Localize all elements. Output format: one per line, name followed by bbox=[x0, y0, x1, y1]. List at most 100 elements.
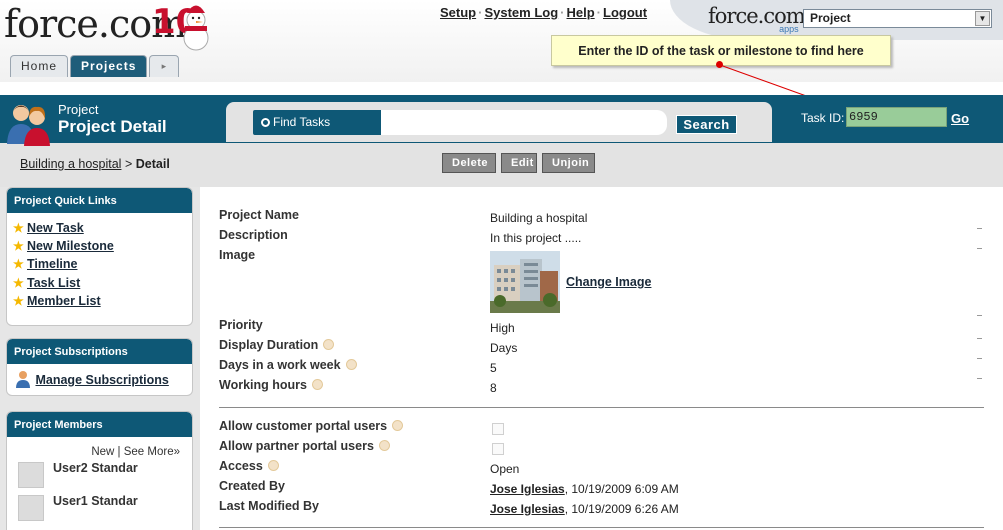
new-milestone-link[interactable]: New Milestone bbox=[27, 239, 114, 253]
quick-links-box: Project Quick Links ★ New Task ★ New Miles… bbox=[6, 187, 193, 326]
quick-link-new-task: ★ New Task bbox=[13, 221, 192, 239]
task-id-label: Task ID: bbox=[801, 111, 845, 125]
help-icon[interactable] bbox=[378, 440, 390, 451]
sidebar: Project Quick Links ★ New Task ★ New Miles… bbox=[0, 187, 200, 530]
breadcrumb-separator: > bbox=[124, 157, 133, 171]
created-by-value: Jose Iglesias, 10/19/2009 6:09 AM bbox=[490, 482, 679, 496]
allow-partner-label: Allow partner portal users bbox=[219, 439, 390, 453]
manage-subscriptions-link[interactable]: Manage Subscriptions bbox=[35, 373, 168, 387]
action-buttons: Delete Edit Unjoin bbox=[442, 153, 595, 173]
help-icon[interactable] bbox=[323, 339, 335, 350]
quick-link-new-milestone: ★ New Milestone bbox=[13, 239, 192, 257]
separator: · bbox=[596, 5, 602, 20]
help-icon[interactable] bbox=[267, 460, 279, 471]
system-log-link[interactable]: System Log bbox=[484, 5, 558, 20]
subscriptions-box: Project Subscriptions Manage Subscriptio… bbox=[6, 338, 193, 396]
display-duration-value: Days bbox=[490, 341, 518, 355]
divider bbox=[977, 228, 982, 229]
task-list-link[interactable]: Task List bbox=[27, 276, 80, 290]
last-modified-user-link[interactable]: Jose Iglesias bbox=[490, 502, 565, 516]
access-text: Access bbox=[219, 459, 263, 473]
manage-subscriptions-item: Manage Subscriptions bbox=[7, 364, 192, 388]
members-title: Project Members bbox=[7, 412, 192, 437]
find-tasks-label: Find Tasks bbox=[253, 110, 381, 135]
object-type-label: Project bbox=[58, 102, 99, 117]
working-hours-text: Working hours bbox=[219, 378, 307, 392]
quick-link-timeline: ★ Timeline bbox=[13, 257, 192, 275]
allow-partner-text: Allow partner portal users bbox=[219, 439, 374, 453]
created-by-user-link[interactable]: Jose Iglesias bbox=[490, 482, 565, 496]
display-duration-label: Display Duration bbox=[219, 338, 335, 352]
last-modified-date: , 10/19/2009 6:26 AM bbox=[564, 502, 679, 516]
setup-link[interactable]: Setup bbox=[440, 5, 476, 20]
new-task-link[interactable]: New Task bbox=[27, 221, 84, 235]
breadcrumb: Building a hospital > Detail bbox=[20, 157, 170, 171]
star-icon: ★ bbox=[13, 239, 24, 254]
project-detail-panel: Project Name Building a hospital Descrip… bbox=[200, 187, 1003, 530]
app-selector[interactable]: Project ▼ bbox=[803, 9, 992, 28]
star-icon: ★ bbox=[13, 293, 24, 308]
project-name-value: Building a hospital bbox=[490, 211, 588, 225]
subscriptions-title: Project Subscriptions bbox=[7, 339, 192, 364]
timeline-link[interactable]: Timeline bbox=[27, 257, 77, 271]
image-label: Image bbox=[219, 248, 256, 262]
created-by-date: , 10/19/2009 6:09 AM bbox=[564, 482, 679, 496]
more-tabs-arrow-icon[interactable]: ▸ bbox=[149, 55, 180, 77]
chevron-down-icon[interactable]: ▼ bbox=[975, 11, 990, 26]
app-selector-value: Project bbox=[810, 11, 851, 25]
see-more-link[interactable]: See More» bbox=[124, 446, 180, 458]
tab-bar: Home Projects ▸ bbox=[10, 55, 180, 77]
logout-link[interactable]: Logout bbox=[603, 5, 647, 20]
delete-button[interactable]: Delete bbox=[442, 153, 496, 173]
created-by-label: Created By bbox=[219, 479, 285, 493]
allow-customer-label: Allow customer portal users bbox=[219, 419, 404, 433]
user-icon bbox=[16, 371, 30, 388]
go-button[interactable]: Go bbox=[951, 111, 969, 126]
project-people-icon bbox=[7, 105, 50, 146]
divider bbox=[977, 378, 982, 379]
quick-links-title: Project Quick Links bbox=[7, 188, 192, 213]
page-title: Project Detail bbox=[58, 117, 167, 136]
divider bbox=[977, 315, 982, 316]
member-item[interactable]: User2 Standar bbox=[7, 458, 192, 491]
callout-dot bbox=[716, 61, 723, 68]
help-icon[interactable] bbox=[392, 420, 404, 431]
days-in-week-label: Days in a work week bbox=[219, 358, 357, 372]
star-icon: ★ bbox=[13, 275, 24, 290]
force-com-apps-logo: force.com apps bbox=[708, 4, 806, 34]
task-id-input[interactable]: 6959 bbox=[846, 107, 947, 127]
member-list-link[interactable]: Member List bbox=[27, 294, 101, 308]
help-icon[interactable] bbox=[311, 379, 323, 390]
tab-home[interactable]: Home bbox=[10, 55, 69, 77]
avatar bbox=[18, 462, 44, 488]
find-tasks-text: Find Tasks bbox=[273, 115, 331, 129]
member-item[interactable]: User1 Standar bbox=[7, 491, 192, 524]
search-input[interactable] bbox=[381, 110, 667, 135]
unjoin-button[interactable]: Unjoin bbox=[542, 153, 595, 173]
days-in-week-text: Days in a work week bbox=[219, 358, 341, 372]
breadcrumb-current: Detail bbox=[135, 157, 170, 171]
help-icon[interactable] bbox=[345, 359, 357, 370]
help-link[interactable]: Help bbox=[567, 5, 595, 20]
radio-icon[interactable] bbox=[261, 118, 270, 127]
divider bbox=[977, 358, 982, 359]
breadcrumb-parent-link[interactable]: Building a hospital bbox=[20, 157, 121, 171]
allow-customer-text: Allow customer portal users bbox=[219, 419, 388, 433]
separator: | bbox=[117, 446, 121, 458]
days-in-week-value: 5 bbox=[490, 361, 497, 375]
allow-partner-checkbox[interactable] bbox=[492, 443, 504, 455]
divider bbox=[977, 338, 982, 339]
star-icon: ★ bbox=[13, 257, 24, 272]
quick-links-list: ★ New Task ★ New Milestone ★ Timeline ★ Task… bbox=[7, 213, 192, 312]
description-value: In this project ..... bbox=[490, 231, 582, 245]
edit-button[interactable]: Edit bbox=[501, 153, 537, 173]
new-member-link[interactable]: New bbox=[91, 446, 114, 458]
search-button[interactable]: Search bbox=[676, 115, 737, 134]
section-divider bbox=[219, 407, 984, 408]
allow-customer-checkbox[interactable] bbox=[492, 423, 504, 435]
star-icon: ★ bbox=[13, 221, 24, 235]
project-name-label: Project Name bbox=[219, 208, 299, 222]
change-image-link[interactable]: Change Image bbox=[566, 275, 651, 289]
tab-projects[interactable]: Projects bbox=[70, 55, 148, 77]
member-name: User1 Standar bbox=[53, 494, 138, 508]
